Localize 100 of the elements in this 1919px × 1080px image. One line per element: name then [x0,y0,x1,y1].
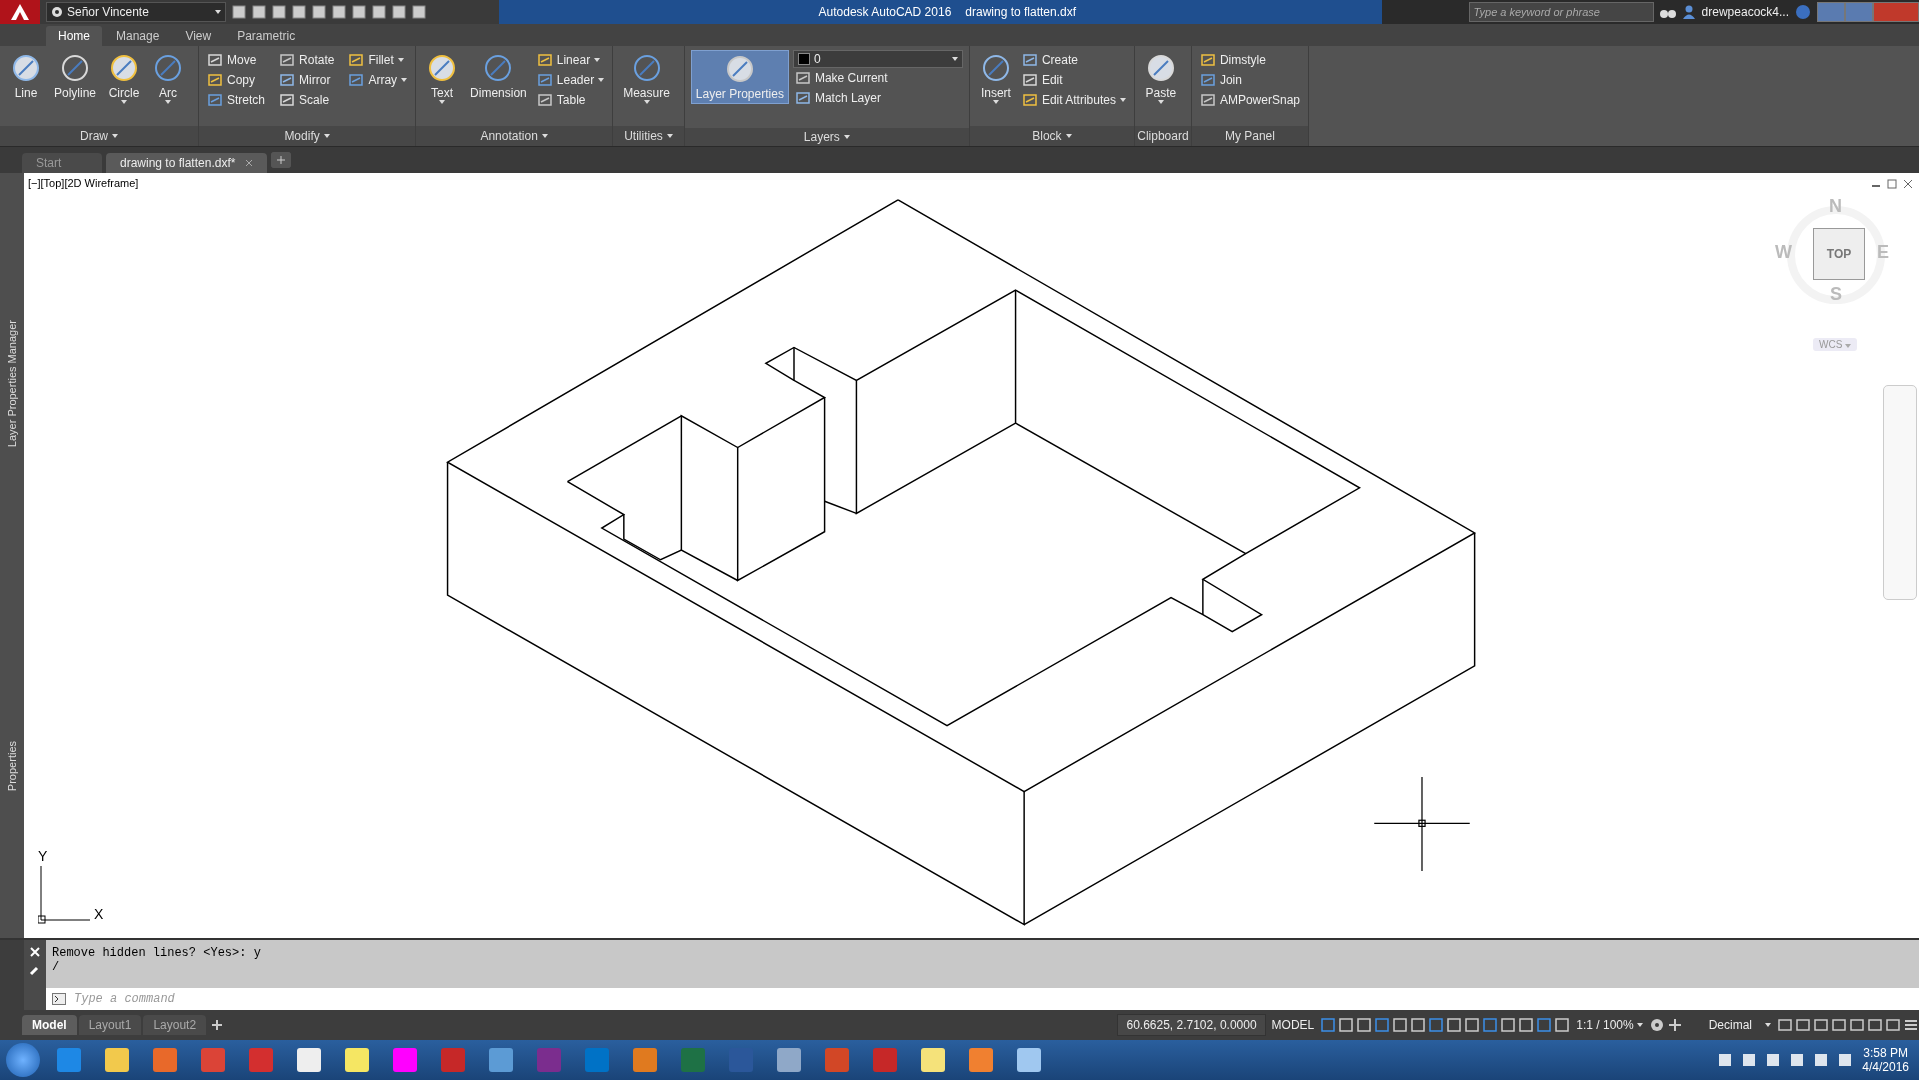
tray-icon[interactable] [1838,1053,1853,1067]
ribbon-tool-button[interactable]: Rotate [277,50,337,70]
toolbar-icon[interactable] [332,5,346,19]
workspace-dropdown[interactable]: Señor Vincente [46,2,226,22]
ribbon-tool-button[interactable]: Leader [534,70,607,90]
ribbon-tab[interactable]: View [173,26,224,46]
ribbon-tool-button[interactable]: Stretch [205,90,268,110]
ribbon-tool-button[interactable]: Join [1197,70,1302,90]
coordinates-readout[interactable]: 60.6625, 2.7102, 0.0000 [1117,1014,1266,1036]
status-toggle-icon[interactable] [1849,1017,1865,1033]
toolbar-icon[interactable] [252,5,266,19]
ribbon-tool-button[interactable]: Paste [1140,50,1181,106]
ribbon-tool-button[interactable]: Dimstyle [1197,50,1302,70]
layout-tab[interactable]: Layout2 [143,1015,207,1035]
ribbon-tool-button[interactable]: Measure [619,50,674,106]
dropdown-caret-icon[interactable] [598,78,605,82]
status-toggle-icon[interactable] [1885,1017,1901,1033]
ribbon-tool-button[interactable]: Text [422,50,463,106]
gear-icon[interactable] [1648,1017,1665,1033]
plus-icon[interactable] [1666,1017,1683,1033]
ribbon-tool-button[interactable]: Mirror [277,70,337,90]
status-toggle-icon[interactable] [1320,1017,1337,1033]
ribbon-tool-button[interactable]: Polyline [50,50,101,102]
viewcube-face[interactable]: TOP [1813,228,1865,280]
help-icon[interactable] [1795,4,1811,20]
panel-title[interactable]: Layers [684,128,969,146]
ribbon-tab[interactable]: Manage [104,26,172,46]
toolbar-icon[interactable] [392,5,406,19]
status-toggle-icon[interactable] [1795,1017,1811,1033]
ribbon-tool-button[interactable]: Make Current [792,68,963,88]
restore-icon[interactable] [1887,179,1897,189]
status-toggle-icon[interactable] [1446,1017,1463,1033]
status-toggle-icon[interactable] [1777,1017,1793,1033]
ribbon-tool-button[interactable]: Scale [277,90,337,110]
dropdown-caret-icon[interactable] [323,134,330,138]
file-tab[interactable]: drawing to flatten.dxf* [106,153,268,173]
status-toggle-icon[interactable] [1356,1017,1373,1033]
status-toggle-icon[interactable] [1536,1017,1553,1033]
ribbon-tab[interactable]: Home [46,26,102,46]
tray-icon[interactable] [1718,1053,1733,1067]
panel-title[interactable]: My Panel [1191,126,1308,146]
ribbon-tool-button[interactable]: Insert [975,50,1016,106]
dropdown-caret-icon[interactable] [1065,134,1072,138]
panel-title[interactable]: Draw [0,126,199,146]
command-input[interactable]: Type a command [72,991,1919,1007]
status-toggle-icon[interactable] [1410,1017,1427,1033]
dropdown-caret-icon[interactable] [843,135,850,139]
tray-icon[interactable] [1790,1053,1805,1067]
dropdown-caret-icon[interactable] [666,134,673,138]
viewport-label[interactable]: [−][Top][2D Wireframe] [28,177,139,189]
menu-icon[interactable] [1903,1017,1919,1033]
search-field[interactable]: Type a keyword or phrase [1468,2,1654,22]
ribbon-tool-button[interactable]: Circle [104,50,145,106]
toolbar-icon[interactable] [372,5,386,19]
panel-title[interactable]: Block [969,126,1134,146]
status-toggle-icon[interactable] [1867,1017,1883,1033]
panel-title[interactable]: Annotation [416,126,613,146]
status-toggle-icon[interactable] [1428,1017,1445,1033]
close-icon[interactable] [1903,179,1913,189]
start-button[interactable] [6,1043,40,1077]
ribbon-tool-button[interactable]: Table [534,90,607,110]
ribbon-tool-button[interactable]: Edit Attributes [1019,90,1128,110]
dropdown-caret-icon[interactable] [1119,98,1126,102]
panel-title[interactable]: Modify [199,126,416,146]
model-space-button[interactable]: MODEL [1267,1018,1319,1032]
dropdown-caret-icon[interactable] [121,100,128,104]
ribbon-tool-button[interactable]: Layer Properties [690,50,789,104]
ribbon-tool-button[interactable]: Create [1019,50,1128,70]
dropdown-caret-icon[interactable] [401,78,408,82]
status-toggle-icon[interactable] [1500,1017,1517,1033]
user-name[interactable]: drewpeacock4... [1701,5,1789,19]
panel-title[interactable]: Utilities [613,126,684,146]
ribbon-tool-button[interactable]: Dimension [466,50,531,102]
taskbar-clock[interactable]: 3:58 PM 4/4/2016 [1862,1046,1909,1074]
ribbon-tool-button[interactable]: Array [346,70,410,90]
status-toggle-icon[interactable] [1338,1017,1355,1033]
tray-icon[interactable] [1766,1053,1781,1067]
dropdown-caret-icon[interactable] [992,100,999,104]
status-toggle-icon[interactable] [1518,1017,1535,1033]
annotation-scale-button[interactable]: 1:1 / 100% [1572,1018,1647,1032]
wrench-icon[interactable] [29,964,41,976]
dropdown-caret-icon[interactable] [541,134,548,138]
prompt-icon[interactable] [52,993,66,1005]
status-toggle-icon[interactable] [1392,1017,1409,1033]
app-menu-button[interactable] [0,0,40,24]
ribbon-tool-button[interactable]: Match Layer [792,88,963,108]
toolbar-icon[interactable] [412,5,426,19]
dropdown-caret-icon[interactable] [439,100,446,104]
status-toggle-icon[interactable] [1482,1017,1499,1033]
palette-tab[interactable]: Properties [6,740,18,792]
toolbar-icon[interactable] [352,5,366,19]
layout-tab[interactable]: Model [22,1015,77,1035]
dropdown-caret-icon[interactable] [643,100,650,104]
ribbon-tool-button[interactable]: Linear [534,50,607,70]
status-toggle-icon[interactable] [1464,1017,1481,1033]
status-toggle-icon[interactable] [1554,1017,1571,1033]
layer-dropdown[interactable]: 0 [792,50,963,68]
dropdown-caret-icon[interactable] [112,134,118,138]
ribbon-tool-button[interactable]: Arc [148,50,189,106]
dropdown-caret-icon[interactable] [397,58,404,62]
